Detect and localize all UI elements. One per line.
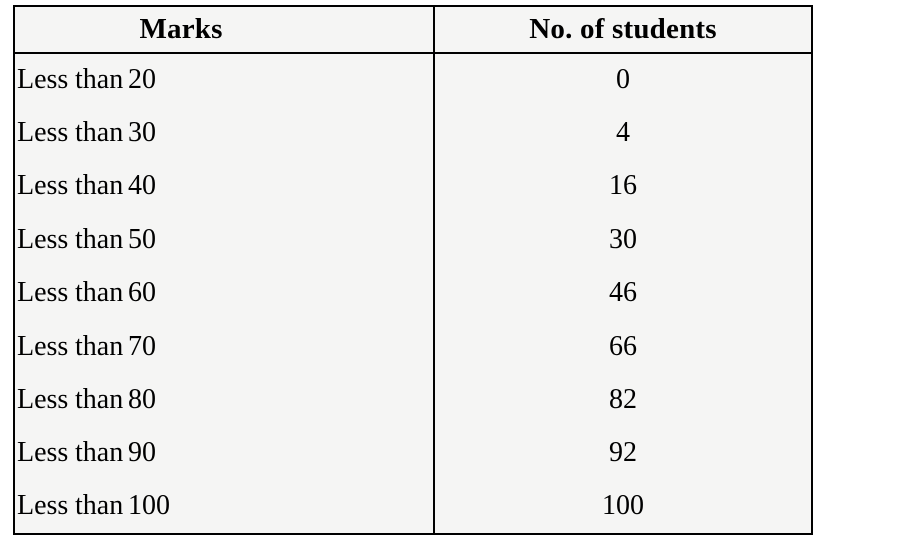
table-row: Less than 50 30 xyxy=(14,213,812,267)
cell-students: 66 xyxy=(434,319,812,374)
students-count: 66 xyxy=(609,330,638,362)
marks-label: Less than 80 xyxy=(15,386,433,414)
table-row: Less than 70 66 xyxy=(14,319,812,374)
students-count: 0 xyxy=(616,64,631,96)
cell-students: 46 xyxy=(434,266,812,320)
marks-label: Less than 60 xyxy=(15,279,433,307)
cell-students: 92 xyxy=(434,426,812,481)
marks-word-less: Less xyxy=(17,223,69,255)
cell-students: 4 xyxy=(434,106,812,160)
students-count: 92 xyxy=(609,437,638,469)
students-count: 82 xyxy=(609,384,638,416)
marks-label: Less than 90 xyxy=(15,439,433,467)
table-row: Less than 40 16 xyxy=(14,159,812,214)
cell-marks: Less than 40 xyxy=(14,159,436,214)
table-row: Less than 30 4 xyxy=(14,106,812,160)
marks-upper-bound: 50 xyxy=(128,223,156,255)
marks-label: Less than 40 xyxy=(15,172,433,200)
marks-upper-bound: 80 xyxy=(128,384,156,416)
marks-label: Less than 30 xyxy=(15,119,433,147)
column-header-marks: Marks xyxy=(14,6,436,54)
marks-label: Less than 70 xyxy=(15,330,433,362)
marks-word-less: Less xyxy=(17,437,69,469)
marks-word-less: Less xyxy=(17,384,69,416)
students-count: 30 xyxy=(609,223,638,255)
marks-word-less: Less xyxy=(17,277,69,309)
marks-word-than: than xyxy=(75,490,124,522)
marks-upper-bound: 90 xyxy=(128,437,156,469)
marks-word-less: Less xyxy=(17,117,69,149)
table-row: Less than 20 0 xyxy=(14,53,812,107)
table-row: Less than 80 82 xyxy=(14,373,812,427)
marks-label: Less than 100 xyxy=(15,492,433,520)
table-row: Less than 100 100 xyxy=(14,480,812,534)
marks-label: Less than 20 xyxy=(15,66,433,94)
students-count: 46 xyxy=(609,277,638,309)
cell-marks: Less than 80 xyxy=(14,373,436,427)
students-count: 16 xyxy=(609,170,638,202)
students-count: 4 xyxy=(616,117,631,149)
marks-word-less: Less xyxy=(17,330,69,362)
marks-upper-bound: 70 xyxy=(128,330,156,362)
marks-upper-bound: 40 xyxy=(128,170,156,202)
cell-marks: Less than 20 xyxy=(14,53,436,107)
cell-marks: Less than 70 xyxy=(14,319,436,374)
cell-marks: Less than 60 xyxy=(14,266,436,320)
cumulative-frequency-table: Marks No. of students Less than 20 0 Less tha… xyxy=(13,5,813,535)
cell-marks: Less than 100 xyxy=(14,480,436,534)
marks-word-than: than xyxy=(75,117,124,149)
marks-word-than: than xyxy=(75,384,124,416)
cell-marks: Less than 50 xyxy=(14,213,436,267)
table-header: Marks No. of students xyxy=(14,6,812,54)
table-header-row: Marks No. of students xyxy=(14,6,812,54)
cell-marks: Less than 30 xyxy=(14,106,436,160)
cell-students: 30 xyxy=(434,213,812,267)
marks-upper-bound: 30 xyxy=(128,117,156,149)
marks-word-than: than xyxy=(75,277,124,309)
table-row: Less than 90 92 xyxy=(14,426,812,481)
cell-students: 16 xyxy=(434,159,812,214)
cell-students: 100 xyxy=(434,480,812,534)
marks-word-than: than xyxy=(75,64,124,96)
marks-upper-bound: 60 xyxy=(128,277,156,309)
cell-students: 82 xyxy=(434,373,812,427)
cell-marks: Less than 90 xyxy=(14,426,436,481)
marks-upper-bound: 20 xyxy=(128,64,156,96)
table-body: Less than 20 0 Less than 30 4 Less than 40 16 Less th… xyxy=(14,53,812,534)
marks-label: Less than 50 xyxy=(15,223,433,255)
students-count: 100 xyxy=(602,490,645,522)
page-root: Marks No. of students Less than 20 0 Less tha… xyxy=(0,0,900,553)
marks-upper-bound: 100 xyxy=(128,490,170,522)
marks-word-than: than xyxy=(75,223,124,255)
marks-word-than: than xyxy=(75,170,124,202)
marks-word-less: Less xyxy=(17,490,69,522)
cell-students: 0 xyxy=(434,53,812,107)
marks-word-less: Less xyxy=(17,170,69,202)
marks-word-less: Less xyxy=(17,64,69,96)
marks-word-than: than xyxy=(75,437,124,469)
table-row: Less than 60 46 xyxy=(14,266,812,320)
column-header-students: No. of students xyxy=(434,6,812,54)
marks-word-than: than xyxy=(75,330,124,362)
